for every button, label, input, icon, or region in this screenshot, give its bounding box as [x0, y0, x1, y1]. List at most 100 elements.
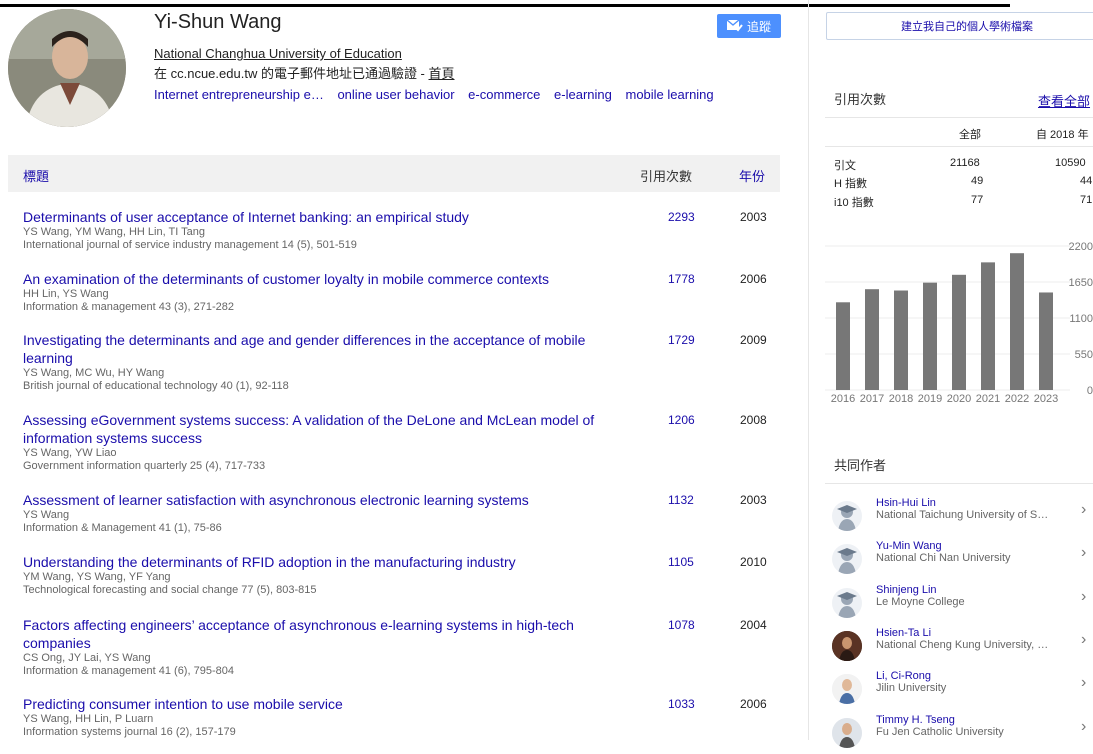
article-authors: YS Wang, YM Wang, HH Lin, TI Tang — [23, 226, 205, 238]
x-tick-label: 2023 — [1034, 393, 1058, 405]
coauthor-item[interactable]: Hsien-Ta Li National Cheng Kung Universi… — [825, 627, 1093, 667]
x-tick-label: 2019 — [918, 393, 942, 405]
view-all-link[interactable]: 查看全部 — [1038, 91, 1090, 110]
cited-count[interactable]: 1033 — [668, 697, 695, 711]
interest-link[interactable]: Internet entrepreneurship e… — [154, 87, 324, 102]
person-photo-icon — [832, 674, 862, 704]
coauthor-name[interactable]: Shinjeng Lin — [876, 584, 937, 596]
interest-link[interactable]: e-learning — [554, 87, 612, 102]
metric-since: 44 — [1080, 175, 1093, 187]
citation-bar[interactable] — [865, 289, 879, 390]
coauthor-affiliation: Le Moyne College — [876, 596, 965, 608]
sidebar-divider — [808, 0, 809, 740]
coauthor-item[interactable]: Yu-Min Wang National Chi Nan University … — [825, 540, 1093, 580]
table-row: An examination of the determinants of cu… — [23, 270, 781, 314]
article-title[interactable]: An examination of the determinants of cu… — [23, 270, 633, 288]
citation-bar[interactable] — [836, 302, 850, 390]
article-year: 2003 — [740, 210, 767, 224]
profile-name: Yi-Shun Wang — [154, 11, 282, 33]
article-title[interactable]: Determinants of user acceptance of Inter… — [23, 208, 633, 226]
article-year: 2006 — [740, 697, 767, 711]
sort-by-title[interactable]: 標題 — [23, 166, 49, 185]
divider — [825, 483, 1093, 484]
coauthor-affiliation: Fu Jen Catholic University — [876, 726, 1004, 738]
follow-button[interactable]: 追蹤 — [717, 14, 781, 38]
table-row: Determinants of user acceptance of Inter… — [23, 208, 781, 252]
interest-link[interactable]: online user behavior — [337, 87, 454, 102]
article-year: 2008 — [740, 413, 767, 427]
coauthor-name[interactable]: Li, Ci-Rong — [876, 670, 931, 682]
coauthor-item[interactable]: Timmy H. Tseng Fu Jen Catholic Universit… — [825, 714, 1093, 754]
col-since-header: 自 2018 年 — [1036, 129, 1089, 141]
citation-bar[interactable] — [1039, 292, 1053, 390]
y-tick-label: 0 — [1087, 385, 1093, 397]
citation-bar[interactable] — [1010, 253, 1024, 390]
article-venue: Information & Management 41 (1), 75-86 — [23, 522, 222, 534]
article-title[interactable]: Assessment of learner satisfaction with … — [23, 491, 633, 509]
coauthor-name[interactable]: Timmy H. Tseng — [876, 714, 955, 726]
profile-avatar — [8, 9, 126, 127]
x-tick-label: 2016 — [831, 393, 855, 405]
cited-count[interactable]: 1778 — [668, 272, 695, 286]
create-profile-button[interactable]: 建立我自己的個人學術檔案 — [826, 12, 1093, 40]
coauthor-item[interactable]: Hsin-Hui Lin National Taichung Universit… — [825, 497, 1093, 537]
citation-bar[interactable] — [981, 262, 995, 390]
chevron-right-icon: › — [1081, 588, 1087, 605]
citation-bar[interactable] — [952, 274, 966, 390]
profile-affiliation[interactable]: National Changhua University of Educatio… — [154, 46, 402, 61]
coauthor-name[interactable]: Yu-Min Wang — [876, 540, 942, 552]
article-venue: Government information quarterly 25 (4),… — [23, 460, 266, 472]
cited-count[interactable]: 1206 — [668, 413, 695, 427]
research-interests: Internet entrepreneurship e… online user… — [154, 87, 724, 102]
interest-link[interactable]: mobile learning — [625, 87, 713, 102]
coauthor-item[interactable]: Li, Ci-Rong Jilin University › — [825, 670, 1093, 710]
sort-by-year[interactable]: 年份 — [739, 166, 765, 185]
metric-since: 71 — [1080, 194, 1093, 206]
cited-count[interactable]: 1132 — [668, 493, 694, 507]
interest-link[interactable]: e-commerce — [468, 87, 540, 102]
article-venue: British journal of educational technolog… — [23, 380, 289, 392]
x-tick-label: 2020 — [947, 393, 971, 405]
table-row: Assessment of learner satisfaction with … — [23, 491, 781, 535]
metric-label: H 指數 — [834, 178, 867, 190]
article-title[interactable]: Investigating the determinants and age a… — [23, 331, 633, 367]
article-authors: YS Wang, HH Lin, P Luarn — [23, 713, 154, 725]
article-title[interactable]: Factors affecting engineers’ acceptance … — [23, 616, 633, 652]
citation-bar[interactable] — [894, 290, 908, 390]
coauthor-item[interactable]: Shinjeng Lin Le Moyne College › — [825, 584, 1093, 624]
chevron-right-icon: › — [1081, 544, 1087, 561]
article-authors: HH Lin, YS Wang — [23, 288, 109, 300]
article-title[interactable]: Understanding the determinants of RFID a… — [23, 553, 633, 571]
x-tick-label: 2021 — [976, 393, 1000, 405]
y-tick-label: 1650 — [1069, 277, 1093, 289]
article-title[interactable]: Assessing eGovernment systems success: A… — [23, 411, 633, 447]
cited-count[interactable]: 1078 — [668, 618, 695, 632]
sort-by-cited[interactable]: 引用次數 — [640, 166, 692, 185]
articles-table-header: 標題 引用次數 年份 — [8, 155, 780, 192]
article-year: 2004 — [740, 618, 767, 632]
article-title[interactable]: Predicting consumer intention to use mob… — [23, 695, 633, 713]
table-row: Predicting consumer intention to use mob… — [23, 695, 781, 739]
table-row: Understanding the determinants of RFID a… — [23, 553, 781, 597]
article-year: 2003 — [740, 493, 767, 507]
coauthor-name[interactable]: Hsien-Ta Li — [876, 627, 931, 639]
homepage-link[interactable]: 首頁 — [429, 66, 455, 81]
article-year: 2009 — [740, 333, 767, 347]
coauthor-affiliation: National Cheng Kung University, … — [876, 639, 1049, 651]
coauthor-affiliation: National Chi Nan University — [876, 552, 1011, 564]
chevron-right-icon: › — [1081, 631, 1087, 648]
chevron-right-icon: › — [1081, 718, 1087, 735]
table-row: Assessing eGovernment systems success: A… — [23, 411, 781, 473]
article-authors: CS Ong, JY Lai, YS Wang — [23, 652, 151, 664]
default-avatar-icon — [832, 588, 862, 618]
cited-count[interactable]: 1105 — [668, 555, 694, 569]
cited-count[interactable]: 1729 — [668, 333, 695, 347]
x-tick-label: 2022 — [1005, 393, 1029, 405]
cited-count[interactable]: 2293 — [668, 210, 695, 224]
citation-bar[interactable] — [923, 282, 937, 390]
article-authors: YS Wang, YW Liao — [23, 447, 117, 459]
metric-all: 49 — [971, 175, 984, 187]
coauthor-name[interactable]: Hsin-Hui Lin — [876, 497, 936, 509]
x-tick-label: 2017 — [860, 393, 884, 405]
chevron-right-icon: › — [1081, 674, 1087, 691]
